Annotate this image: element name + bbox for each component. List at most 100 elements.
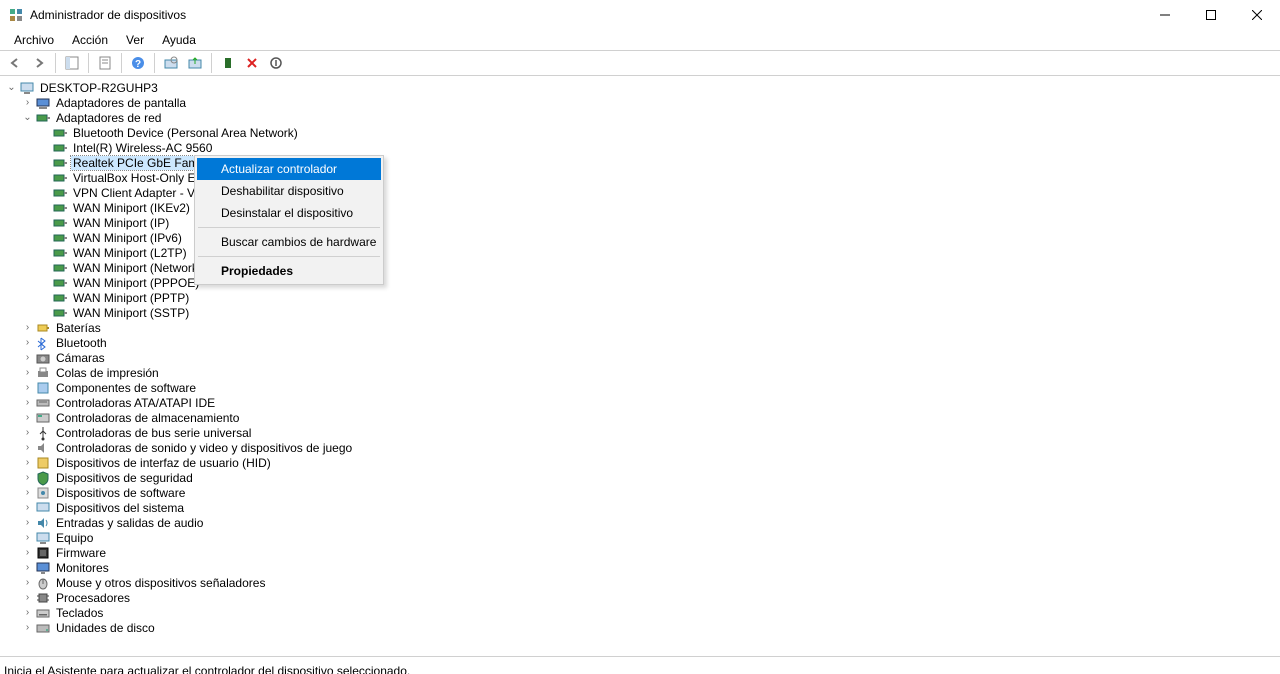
network-adapter-icon bbox=[52, 260, 68, 276]
network-adapter-icon bbox=[52, 245, 68, 261]
back-button[interactable] bbox=[4, 52, 26, 74]
expand-icon[interactable]: › bbox=[22, 382, 33, 393]
minimize-button[interactable] bbox=[1142, 0, 1188, 30]
expand-icon[interactable]: › bbox=[22, 532, 33, 543]
category-computer[interactable]: ›Equipo bbox=[0, 530, 1280, 545]
keyboard-icon bbox=[35, 605, 51, 621]
expand-icon[interactable]: › bbox=[22, 457, 33, 468]
net-device-pptp[interactable]: WAN Miniport (PPTP) bbox=[0, 290, 1280, 305]
ctx-uninstall-device[interactable]: Desinstalar el dispositivo bbox=[197, 202, 381, 224]
category-network[interactable]: ⌄Adaptadores de red bbox=[0, 110, 1280, 125]
menu-archivo[interactable]: Archivo bbox=[6, 32, 62, 48]
expand-icon[interactable]: › bbox=[22, 592, 33, 603]
net-device-vbox[interactable]: VirtualBox Host-Only Ethern bbox=[0, 170, 1280, 185]
net-device-ip[interactable]: WAN Miniport (IP) bbox=[0, 215, 1280, 230]
category-printqueues[interactable]: ›Colas de impresión bbox=[0, 365, 1280, 380]
net-device-netmon[interactable]: WAN Miniport (Network Monitor) bbox=[0, 260, 1280, 275]
device-label: WAN Miniport (IP) bbox=[71, 216, 171, 230]
expand-icon[interactable]: › bbox=[22, 352, 33, 363]
show-hide-tree-button[interactable] bbox=[61, 52, 83, 74]
ctx-properties[interactable]: Propiedades bbox=[197, 260, 381, 282]
monitor-icon bbox=[35, 560, 51, 576]
category-security[interactable]: ›Dispositivos de seguridad bbox=[0, 470, 1280, 485]
enable-button[interactable] bbox=[217, 52, 239, 74]
device-tree-pane: ⌄ DESKTOP-R2GUHP3 ›Adaptadores de pantal… bbox=[0, 76, 1280, 656]
ctx-disable-device[interactable]: Deshabilitar dispositivo bbox=[197, 180, 381, 202]
expand-icon[interactable]: › bbox=[22, 442, 33, 453]
category-cameras[interactable]: ›Cámaras bbox=[0, 350, 1280, 365]
close-button[interactable] bbox=[1234, 0, 1280, 30]
category-disks[interactable]: ›Unidades de disco bbox=[0, 620, 1280, 635]
expand-icon[interactable]: › bbox=[22, 322, 33, 333]
net-device-ipv6[interactable]: WAN Miniport (IPv6) bbox=[0, 230, 1280, 245]
collapse-icon[interactable]: ⌄ bbox=[22, 112, 33, 123]
category-storage[interactable]: ›Controladoras de almacenamiento bbox=[0, 410, 1280, 425]
uninstall-button[interactable] bbox=[241, 52, 263, 74]
storage-controller-icon bbox=[35, 410, 51, 426]
net-device-l2tp[interactable]: WAN Miniport (L2TP) bbox=[0, 245, 1280, 260]
network-adapter-icon bbox=[52, 185, 68, 201]
category-ide[interactable]: ›Controladoras ATA/ATAPI IDE bbox=[0, 395, 1280, 410]
net-device-realtek[interactable]: Realtek PCIe GbE Family Co bbox=[0, 155, 1280, 170]
net-device-intel[interactable]: Intel(R) Wireless-AC 9560 bbox=[0, 140, 1280, 155]
expand-icon[interactable]: › bbox=[22, 487, 33, 498]
window-controls bbox=[1142, 0, 1280, 30]
maximize-button[interactable] bbox=[1188, 0, 1234, 30]
expand-icon[interactable]: › bbox=[22, 367, 33, 378]
menu-accion[interactable]: Acción bbox=[64, 32, 116, 48]
category-hid[interactable]: ›Dispositivos de interfaz de usuario (HI… bbox=[0, 455, 1280, 470]
net-device-vpn[interactable]: VPN Client Adapter - VPN2 bbox=[0, 185, 1280, 200]
category-audio[interactable]: ›Entradas y salidas de audio bbox=[0, 515, 1280, 530]
expand-icon[interactable]: › bbox=[22, 502, 33, 513]
disable-button[interactable] bbox=[265, 52, 287, 74]
category-softwarecomp[interactable]: ›Componentes de software bbox=[0, 380, 1280, 395]
category-softwaredev[interactable]: ›Dispositivos de software bbox=[0, 485, 1280, 500]
menu-ver[interactable]: Ver bbox=[118, 32, 152, 48]
expand-icon[interactable]: › bbox=[22, 412, 33, 423]
firmware-icon bbox=[35, 545, 51, 561]
expand-icon[interactable]: › bbox=[22, 337, 33, 348]
net-device-ikev2[interactable]: WAN Miniport (IKEv2) bbox=[0, 200, 1280, 215]
status-text: Inicia el Asistente para actualizar el c… bbox=[4, 664, 410, 674]
net-device-bt[interactable]: Bluetooth Device (Personal Area Network) bbox=[0, 125, 1280, 140]
net-device-pppoe[interactable]: WAN Miniport (PPPOE) bbox=[0, 275, 1280, 290]
category-batteries[interactable]: ›Baterías bbox=[0, 320, 1280, 335]
category-firmware[interactable]: ›Firmware bbox=[0, 545, 1280, 560]
category-mice[interactable]: ›Mouse y otros dispositivos señaladores bbox=[0, 575, 1280, 590]
collapse-icon[interactable]: ⌄ bbox=[6, 82, 17, 93]
category-sound[interactable]: ›Controladoras de sonido y video y dispo… bbox=[0, 440, 1280, 455]
properties-button[interactable] bbox=[94, 52, 116, 74]
expand-icon[interactable]: › bbox=[22, 397, 33, 408]
toolbar: ? bbox=[0, 50, 1280, 76]
expand-icon[interactable]: › bbox=[22, 607, 33, 618]
expand-icon[interactable]: › bbox=[22, 577, 33, 588]
root-label: DESKTOP-R2GUHP3 bbox=[38, 81, 160, 95]
menu-ayuda[interactable]: Ayuda bbox=[154, 32, 204, 48]
expand-icon[interactable]: › bbox=[22, 562, 33, 573]
forward-button[interactable] bbox=[28, 52, 50, 74]
display-adapter-icon bbox=[35, 95, 51, 111]
category-keyboards[interactable]: ›Teclados bbox=[0, 605, 1280, 620]
expand-icon[interactable]: › bbox=[22, 547, 33, 558]
category-display[interactable]: ›Adaptadores de pantalla bbox=[0, 95, 1280, 110]
category-usb[interactable]: ›Controladoras de bus serie universal bbox=[0, 425, 1280, 440]
category-monitors[interactable]: ›Monitores bbox=[0, 560, 1280, 575]
category-bluetooth[interactable]: ›Bluetooth bbox=[0, 335, 1280, 350]
expand-icon[interactable]: › bbox=[22, 427, 33, 438]
ctx-scan-hardware[interactable]: Buscar cambios de hardware bbox=[197, 231, 381, 253]
expand-icon[interactable]: › bbox=[22, 97, 33, 108]
category-system[interactable]: ›Dispositivos del sistema bbox=[0, 500, 1280, 515]
statusbar: Inicia el Asistente para actualizar el c… bbox=[0, 656, 1280, 674]
network-adapter-icon bbox=[52, 305, 68, 321]
scan-hardware-button[interactable] bbox=[160, 52, 182, 74]
processor-icon bbox=[35, 590, 51, 606]
update-driver-button[interactable] bbox=[184, 52, 206, 74]
help-button[interactable]: ? bbox=[127, 52, 149, 74]
category-processors[interactable]: ›Procesadores bbox=[0, 590, 1280, 605]
net-device-sstp[interactable]: WAN Miniport (SSTP) bbox=[0, 305, 1280, 320]
expand-icon[interactable]: › bbox=[22, 517, 33, 528]
expand-icon[interactable]: › bbox=[22, 472, 33, 483]
expand-icon[interactable]: › bbox=[22, 622, 33, 633]
ctx-update-driver[interactable]: Actualizar controlador bbox=[197, 158, 381, 180]
tree-root[interactable]: ⌄ DESKTOP-R2GUHP3 bbox=[0, 80, 1280, 95]
